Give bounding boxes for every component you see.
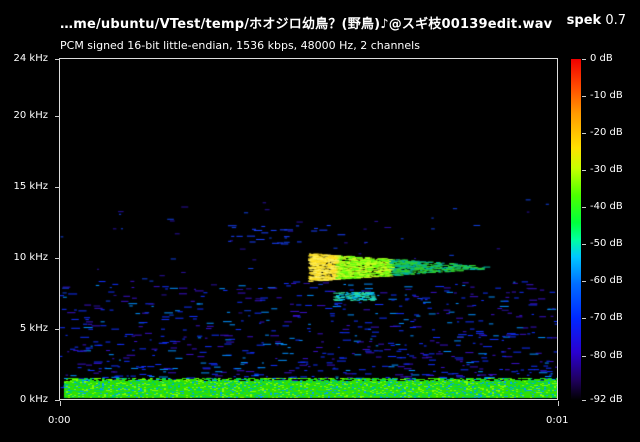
app-version: 0.7 xyxy=(605,13,626,28)
time-tick-label: 0:01 xyxy=(546,415,569,426)
spectrogram-plot[interactable] xyxy=(59,58,558,400)
frequency-tick-label: 10 kHz xyxy=(13,251,48,263)
colorbar-tick-label: 0 dB xyxy=(590,53,613,64)
spectrogram-canvas[interactable] xyxy=(60,59,558,400)
app-name: spek xyxy=(566,13,602,28)
colorbar-tick xyxy=(582,400,586,401)
colorbar-tick-label: -80 dB xyxy=(590,349,623,361)
colorbar-tick xyxy=(582,318,586,319)
time-tick-label: 0:00 xyxy=(48,415,71,426)
colorbar xyxy=(571,59,581,400)
colorbar-tick-label: -10 dB xyxy=(590,90,623,102)
colorbar-tick-label: -60 dB xyxy=(590,275,623,287)
colorbar-tick xyxy=(582,244,586,245)
colorbar-tick xyxy=(582,96,586,97)
colorbar-tick-label: -30 dB xyxy=(590,164,623,176)
frequency-tick-label: 20 kHz xyxy=(13,109,48,121)
colorbar-tick-label: -70 dB xyxy=(590,312,623,324)
frequency-tick-label: 15 kHz xyxy=(13,180,48,192)
stream-info: PCM signed 16-bit little-endian, 1536 kb… xyxy=(60,39,420,52)
frequency-tick xyxy=(55,116,60,117)
colorbar-tick-label: -92 dB xyxy=(590,394,623,405)
frequency-tick-label: 5 kHz xyxy=(19,322,48,334)
frequency-tick xyxy=(55,59,60,60)
frequency-tick-label: 24 kHz xyxy=(13,53,48,64)
time-tick xyxy=(60,401,61,406)
app-brand: spek 0.7 xyxy=(567,13,626,28)
colorbar-tick xyxy=(582,281,586,282)
colorbar-tick xyxy=(582,133,586,134)
frequency-tick xyxy=(55,258,60,259)
frequency-tick xyxy=(55,187,60,188)
colorbar-tick-label: -40 dB xyxy=(590,201,623,213)
colorbar-tick xyxy=(582,170,586,171)
time-tick xyxy=(558,401,559,406)
colorbar-tick-label: -50 dB xyxy=(590,238,623,250)
colorbar-tick xyxy=(582,59,586,60)
colorbar-tick xyxy=(582,356,586,357)
frequency-tick xyxy=(55,329,60,330)
colorbar-tick xyxy=(582,207,586,208)
frequency-tick-label: 0 kHz xyxy=(19,394,48,405)
file-title: …me/ubuntu/VTest/temp/ホオジロ幼鳥？(野鳥)♪@スギ枝00… xyxy=(60,17,553,32)
colorbar-tick-label: -20 dB xyxy=(590,127,623,139)
